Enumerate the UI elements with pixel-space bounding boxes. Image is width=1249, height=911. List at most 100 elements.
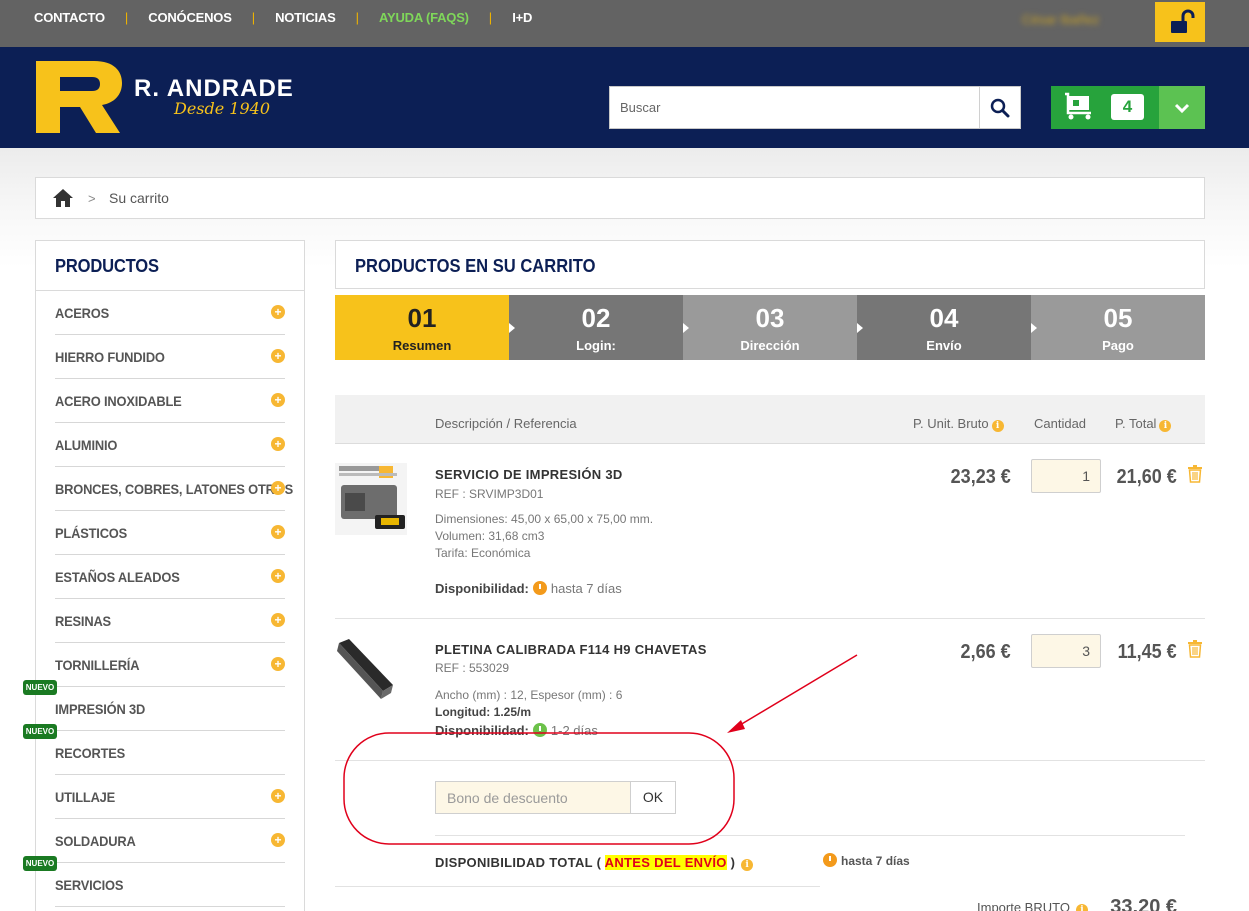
cart-dropdown-toggle[interactable] <box>1159 86 1205 129</box>
plus-circle-icon[interactable]: + <box>271 305 285 319</box>
info-icon[interactable]: i <box>1075 904 1088 911</box>
sidebar-item[interactable]: HIERRO FUNDIDO + <box>55 335 285 379</box>
new-badge: NUEVO <box>23 724 57 739</box>
sidebar-item[interactable]: RECORTES <box>55 731 285 775</box>
availability-label: Disponibilidad: <box>435 581 529 596</box>
top-nav: CONTACTO | CONÓCENOS | NOTICIAS | AYUDA … <box>34 10 532 25</box>
divider <box>435 835 1185 836</box>
trash-icon[interactable] <box>1187 640 1203 658</box>
sidebar-item[interactable]: ACEROS + <box>55 291 285 335</box>
nav-separator: | <box>124 10 129 25</box>
nav-noticias[interactable]: NOTICIAS <box>275 10 336 25</box>
plus-circle-icon[interactable]: + <box>271 393 285 407</box>
sidebar-item[interactable]: IMPRESIÓN 3D <box>55 687 285 731</box>
sidebar-item-label: ACEROS <box>55 305 110 321</box>
nav-separator: | <box>251 10 256 25</box>
user-name[interactable]: César Ibañez <box>1022 12 1099 27</box>
top-bar: CONTACTO | CONÓCENOS | NOTICIAS | AYUDA … <box>0 0 1249 47</box>
plus-circle-icon[interactable]: + <box>271 613 285 627</box>
page-title: PRODUCTOS EN SU CARRITO <box>355 256 596 276</box>
home-icon[interactable] <box>52 188 74 208</box>
product-detail: Tarifa: Económica <box>435 546 531 560</box>
logo-r-icon[interactable] <box>36 61 122 133</box>
length-value: 1.25/m <box>493 705 532 719</box>
info-icon[interactable]: i <box>1159 420 1172 432</box>
sidebar-item[interactable]: TORNILLERÍA + <box>55 643 285 687</box>
divider <box>335 618 1205 619</box>
nav-ayuda[interactable]: AYUDA (FAQS) <box>379 10 469 25</box>
breadcrumb: > Su carrito <box>35 177 1205 219</box>
quantity-input[interactable]: 3 <box>1031 634 1101 668</box>
sidebar-item-label: RECORTES <box>55 745 126 761</box>
quantity-input[interactable]: 1 <box>1031 459 1101 493</box>
clock-icon <box>823 853 837 867</box>
info-icon[interactable]: i <box>741 859 754 871</box>
checkout-step-2[interactable]: 02 Login: <box>509 295 689 360</box>
checkout-step-5[interactable]: 05 Pago <box>1031 295 1205 360</box>
product-length: Longitud: 1.25/m <box>435 705 531 719</box>
product-image-3d-printing[interactable] <box>335 463 407 535</box>
clock-icon <box>532 581 547 595</box>
discount-apply-button[interactable]: OK <box>630 781 676 814</box>
site-header: R. ANDRADE Desde 1940 4 <box>0 47 1249 148</box>
nav-contacto[interactable]: CONTACTO <box>34 10 105 25</box>
header-total: P. Total i <box>1115 416 1172 432</box>
product-image-flat-bar[interactable] <box>335 637 407 709</box>
breadcrumb-separator: > <box>88 191 96 206</box>
plus-circle-icon[interactable]: + <box>271 525 285 539</box>
plus-circle-icon[interactable]: + <box>271 789 285 803</box>
checkout-step-3[interactable]: 03 Dirección <box>683 295 863 360</box>
sidebar-item[interactable]: RESINAS + <box>55 599 285 643</box>
sidebar-item[interactable]: SOLDADURA + <box>55 819 285 863</box>
logout-button[interactable] <box>1155 2 1205 42</box>
checkout-step-4[interactable]: 04 Envío <box>857 295 1037 360</box>
step-label: Envío <box>926 338 962 353</box>
sidebar-item[interactable]: SERVICIOS <box>55 863 285 907</box>
sidebar-categories: PRODUCTOS ACEROS + HIERRO FUNDIDO + ACERO IN… <box>35 240 305 911</box>
new-badge: NUEVO <box>23 856 57 871</box>
sidebar-item[interactable]: PLÁSTICOS + <box>55 511 285 555</box>
plus-circle-icon[interactable]: + <box>271 569 285 583</box>
plus-circle-icon[interactable]: + <box>271 349 285 363</box>
cart-icon <box>1065 92 1091 120</box>
new-badge: NUEVO <box>23 680 57 695</box>
product-name[interactable]: PLETINA CALIBRADA F114 H9 CHAVETAS <box>435 642 707 657</box>
cart-button[interactable]: 4 <box>1051 86 1159 129</box>
plus-circle-icon[interactable]: + <box>271 657 285 671</box>
trash-icon[interactable] <box>1187 465 1203 483</box>
header-quantity: Cantidad <box>1034 416 1087 431</box>
sidebar-item[interactable]: UTILLAJE + <box>55 775 285 819</box>
product-ref: REF : 553029 <box>435 661 510 675</box>
product-name[interactable]: SERVICIO DE IMPRESIÓN 3D <box>435 467 623 482</box>
plus-circle-icon[interactable]: + <box>271 833 285 847</box>
sidebar-item-label: SOLDADURA <box>55 833 136 849</box>
unit-price: 23,23 € <box>950 466 1011 488</box>
nav-conocenos[interactable]: CONÓCENOS <box>148 10 232 25</box>
search-input[interactable] <box>610 87 980 128</box>
sidebar-item[interactable]: ESTAÑOS ALEADOS + <box>55 555 285 599</box>
info-icon[interactable]: i <box>991 420 1004 432</box>
nav-separator: | <box>488 10 493 25</box>
step-label: Resumen <box>392 338 452 353</box>
search-button[interactable] <box>979 87 1020 128</box>
sidebar-item-label: PLÁSTICOS <box>55 525 128 541</box>
sidebar-item[interactable]: ACERO INOXIDABLE + <box>55 379 285 423</box>
nav-id[interactable]: I+D <box>512 10 532 25</box>
plus-circle-icon[interactable]: + <box>271 437 285 451</box>
length-label: Longitud: <box>435 705 491 719</box>
cart-count-badge: 4 <box>1111 94 1144 120</box>
step-label: Dirección <box>740 338 800 353</box>
unlock-icon <box>1171 9 1195 33</box>
checkout-step-1[interactable]: 01 Resumen <box>335 295 515 360</box>
sidebar-item[interactable]: ALUMINIO + <box>55 423 285 467</box>
step-arrow-icon <box>857 323 863 333</box>
plus-circle-icon[interactable]: + <box>271 481 285 495</box>
sidebar-title: PRODUCTOS <box>55 256 159 276</box>
total-availability-suffix: ) <box>730 855 736 870</box>
total-availability-label: DISPONIBILIDAD TOTAL ( ANTES DEL ENVÍO )… <box>435 855 754 871</box>
product-ref: REF : SRVIMP3D01 <box>435 487 544 501</box>
sidebar-item[interactable]: BRONCES, COBRES, LATONES OTROS + <box>55 467 293 511</box>
product-availability: Disponibilidad: 1-2 días <box>435 723 598 738</box>
discount-code-input[interactable] <box>435 781 631 814</box>
step-label: Pago <box>1102 338 1134 353</box>
